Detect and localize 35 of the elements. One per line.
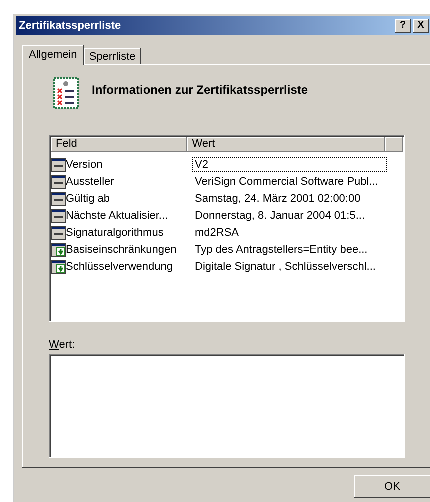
field-icon [51,208,66,222]
column-header[interactable]: Feld [51,137,188,152]
value-box[interactable] [49,354,405,458]
window-title: Zertifikatssperrliste [19,20,122,32]
table-cell[interactable]: Schlüsselverwendung [66,260,174,272]
close-button[interactable]: X [413,18,429,32]
field-icon [51,226,66,240]
help-button[interactable]: ? [395,18,411,32]
table-cell[interactable]: md2RSA [192,225,387,240]
table-cell[interactable]: Version [66,158,103,170]
certificate-list-icon [53,77,79,109]
table-cell[interactable]: Samstag, 24. März 2001 02:00:00 [192,191,387,206]
field-icon [51,174,66,188]
table-cell[interactable]: V2 [192,157,387,172]
table-cell[interactable]: VeriSign Commercial Software Publ... [192,174,387,189]
ok-button[interactable]: OK [354,475,430,498]
table-cell[interactable]: Gültig ab [66,192,110,204]
table-cell[interactable]: Nächste Aktualisier... [66,210,168,222]
tab[interactable]: Sperrliste [84,48,141,64]
tab[interactable]: Allgemein [22,45,84,65]
field-list[interactable] [49,135,405,322]
table-cell[interactable]: Aussteller [66,176,114,188]
extension-icon [51,260,66,274]
table-cell[interactable]: Digitale Signatur , Schlüsselverschl... [192,259,387,274]
table-cell[interactable]: Donnerstag, 8. Januar 2004 01:5... [192,208,387,223]
table-cell[interactable]: Basiseinschränkungen [66,244,177,256]
value-label: Wert: [49,339,76,351]
table-cell[interactable]: Typ des Antragstellers=Entity bee... [192,242,387,257]
column-header[interactable]: Wert [187,137,386,152]
heading: Informationen zur Zertifikatssperrliste [92,83,308,97]
extension-icon [51,242,66,256]
field-icon [51,192,66,206]
column-header [385,137,403,152]
field-icon [51,158,66,172]
table-cell[interactable]: Signaturalgorithmus [66,226,164,238]
